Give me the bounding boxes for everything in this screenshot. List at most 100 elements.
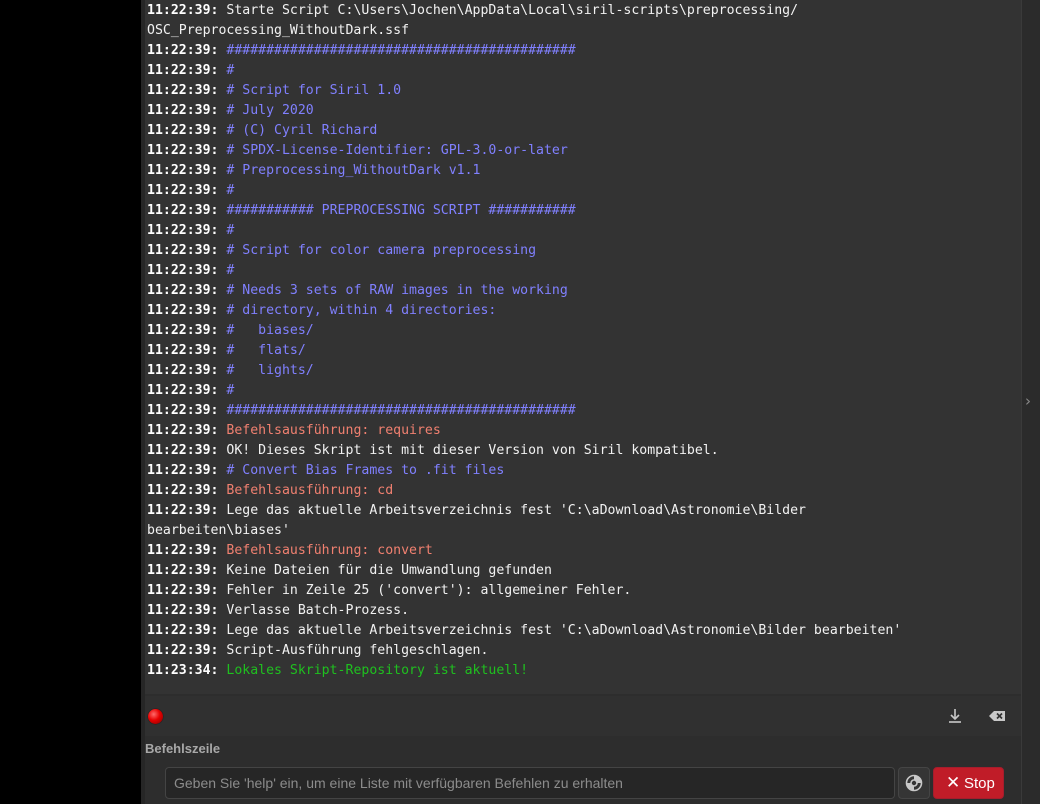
log-timestamp: 11:22:39: xyxy=(147,483,219,498)
log-timestamp: 11:22:39: xyxy=(147,383,219,398)
log-line: 11:22:39: ##############################… xyxy=(147,401,1021,421)
stop-x-icon: ✕ xyxy=(946,773,961,792)
log-line: 11:22:39: # biases/ xyxy=(147,321,1021,341)
log-line: 11:22:39: # SPDX-License-Identifier: GPL… xyxy=(147,141,1021,161)
log-timestamp: 11:23:34: xyxy=(147,663,219,678)
log-timestamp: 11:22:39: xyxy=(147,3,219,18)
log-line: 11:22:39: # directory, within 4 director… xyxy=(147,301,1021,321)
help-button[interactable] xyxy=(898,767,930,799)
log-message: # flats/ xyxy=(218,343,306,358)
log-line: 11:22:39: Lege das aktuelle Arbeitsverze… xyxy=(147,621,1021,641)
image-preview-pane xyxy=(0,0,141,804)
log-line: 11:22:39: # lights/ xyxy=(147,361,1021,381)
log-message: # xyxy=(218,263,235,278)
log-line: 11:22:39: Script-Ausführung fehlgeschlag… xyxy=(147,641,1021,661)
log-timestamp: 11:22:39: xyxy=(147,143,219,158)
command-input[interactable] xyxy=(165,767,895,799)
log-message: # xyxy=(218,383,235,398)
clear-log-button[interactable] xyxy=(988,706,1008,726)
log-line: 11:22:39: # xyxy=(147,61,1021,81)
log-line: 11:22:39: Befehlsausführung: convert xyxy=(147,541,1021,561)
log-timestamp: 11:22:39: xyxy=(147,323,219,338)
log-toolbar xyxy=(145,696,1021,736)
log-line: 11:22:39: # xyxy=(147,381,1021,401)
log-message: # xyxy=(218,63,235,78)
lifebuoy-icon xyxy=(905,774,923,792)
command-line-area: Befehlszeile ✕ Stop xyxy=(145,737,1021,804)
export-log-button[interactable] xyxy=(945,706,965,726)
log-line: 11:22:39: Starte Script C:\Users\Jochen\… xyxy=(147,1,1021,41)
log-timestamp: 11:22:39: xyxy=(147,83,219,98)
log-message: # xyxy=(218,223,235,238)
log-line: 11:22:39: # xyxy=(147,261,1021,281)
log-timestamp: 11:22:39: xyxy=(147,603,219,618)
log-message: Lege das aktuelle Arbeitsverzeichnis fes… xyxy=(147,503,806,538)
log-message: # Convert Bias Frames to .fit files xyxy=(218,463,505,478)
log-line: 11:22:39: OK! Dieses Skript ist mit dies… xyxy=(147,441,1021,461)
log-message: # July 2020 xyxy=(218,103,314,118)
log-line: 11:22:39: # Script for Siril 1.0 xyxy=(147,81,1021,101)
log-line: 11:22:39: Befehlsausführung: cd xyxy=(147,481,1021,501)
log-timestamp: 11:22:39: xyxy=(147,543,219,558)
log-timestamp: 11:22:39: xyxy=(147,123,219,138)
log-message: Befehlsausführung: cd xyxy=(218,483,394,498)
log-message: ########################################… xyxy=(218,403,576,418)
log-line: 11:22:39: Lege das aktuelle Arbeitsverze… xyxy=(147,501,1021,541)
log-line: 11:23:34: Lokales Skript-Repository ist … xyxy=(147,661,1021,681)
log-message: # Script for color camera preprocessing xyxy=(218,243,537,258)
console-log: 11:22:39: Starte Script C:\Users\Jochen\… xyxy=(145,0,1021,694)
log-timestamp: 11:22:39: xyxy=(147,63,219,78)
log-message: # Preprocessing_WithoutDark v1.1 xyxy=(218,163,481,178)
log-message: Befehlsausführung: requires xyxy=(218,423,441,438)
log-message: Befehlsausführung: convert xyxy=(218,543,433,558)
log-timestamp: 11:22:39: xyxy=(147,263,219,278)
log-message: Keine Dateien für die Umwandlung gefunde… xyxy=(218,563,552,578)
log-line: 11:22:39: # Script for color camera prep… xyxy=(147,241,1021,261)
log-line: 11:22:39: # Convert Bias Frames to .fit … xyxy=(147,461,1021,481)
side-panel-strip: › xyxy=(1021,0,1040,804)
log-line: 11:22:39: # xyxy=(147,221,1021,241)
stop-button[interactable]: ✕ Stop xyxy=(933,767,1004,799)
chevron-right-icon[interactable]: › xyxy=(1025,392,1031,410)
log-line: 11:22:39: # Preprocessing_WithoutDark v1… xyxy=(147,161,1021,181)
log-line: 11:22:39: # Needs 3 sets of RAW images i… xyxy=(147,281,1021,301)
log-message: # biases/ xyxy=(218,323,314,338)
log-message: Starte Script C:\Users\Jochen\AppData\Lo… xyxy=(147,3,799,38)
log-lines: 11:22:39: Starte Script C:\Users\Jochen\… xyxy=(145,0,1021,681)
log-line: 11:22:39: # July 2020 xyxy=(147,101,1021,121)
log-line: 11:22:39: # xyxy=(147,181,1021,201)
log-message: OK! Dieses Skript ist mit dieser Version… xyxy=(218,443,719,458)
log-message: Lokales Skript-Repository ist aktuell! xyxy=(218,663,529,678)
log-message: # Needs 3 sets of RAW images in the work… xyxy=(218,283,568,298)
log-message: # directory, within 4 directories: xyxy=(218,303,497,318)
log-timestamp: 11:22:39: xyxy=(147,403,219,418)
log-timestamp: 11:22:39: xyxy=(147,163,219,178)
log-timestamp: 11:22:39: xyxy=(147,43,219,58)
stop-label: Stop xyxy=(964,775,995,792)
log-timestamp: 11:22:39: xyxy=(147,583,219,598)
log-timestamp: 11:22:39: xyxy=(147,643,219,658)
status-led-icon xyxy=(148,709,163,724)
log-timestamp: 11:22:39: xyxy=(147,423,219,438)
log-message: Script-Ausführung fehlgeschlagen. xyxy=(218,643,489,658)
log-line: 11:22:39: Befehlsausführung: requires xyxy=(147,421,1021,441)
log-line: 11:22:39: # (C) Cyril Richard xyxy=(147,121,1021,141)
log-line: 11:22:39: Verlasse Batch-Prozess. xyxy=(147,601,1021,621)
log-message: # xyxy=(218,183,235,198)
log-line: 11:22:39: # flats/ xyxy=(147,341,1021,361)
log-timestamp: 11:22:39: xyxy=(147,563,219,578)
log-message: # (C) Cyril Richard xyxy=(218,123,378,138)
log-timestamp: 11:22:39: xyxy=(147,183,219,198)
log-timestamp: 11:22:39: xyxy=(147,503,219,518)
log-message: Lege das aktuelle Arbeitsverzeichnis fes… xyxy=(218,623,902,638)
backspace-icon xyxy=(989,711,1005,721)
log-message: ########################################… xyxy=(218,43,576,58)
log-timestamp: 11:22:39: xyxy=(147,363,219,378)
log-line: 11:22:39: ##############################… xyxy=(147,41,1021,61)
download-icon xyxy=(949,709,961,723)
log-timestamp: 11:22:39: xyxy=(147,443,219,458)
log-message: ########### PREPROCESSING SCRIPT #######… xyxy=(218,203,576,218)
log-timestamp: 11:22:39: xyxy=(147,623,219,638)
log-message: # Script for Siril 1.0 xyxy=(218,83,402,98)
log-message: # lights/ xyxy=(218,363,314,378)
